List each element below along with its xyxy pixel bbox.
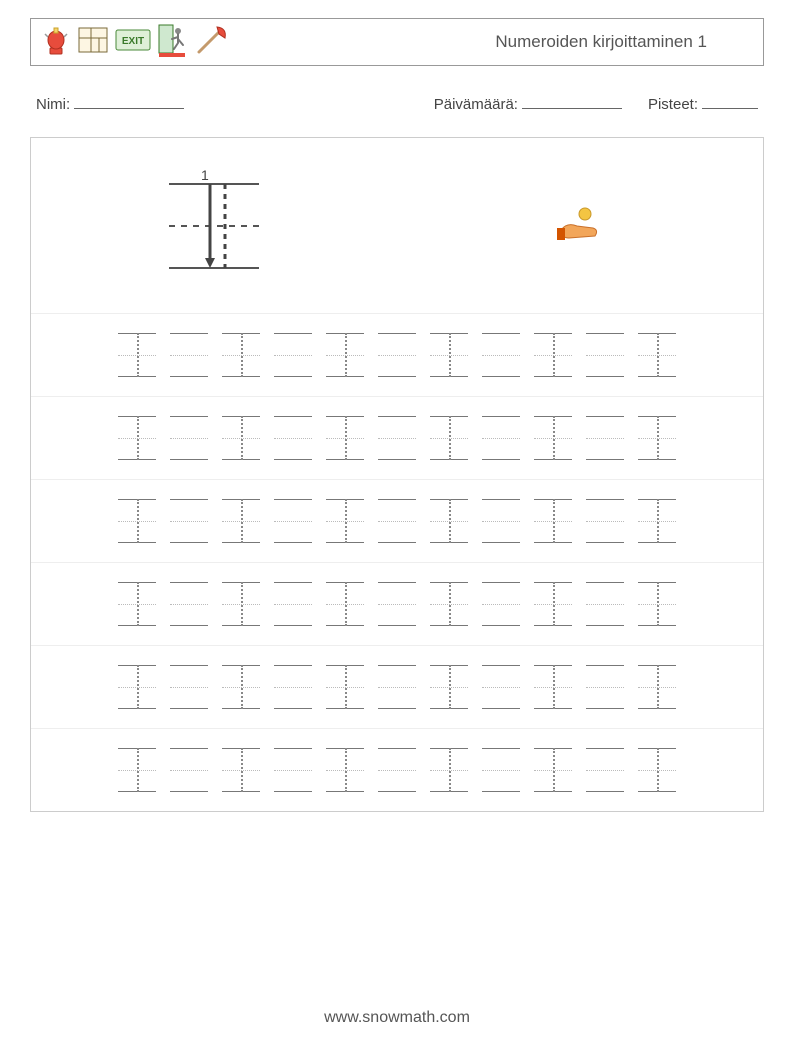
- trace-cell[interactable]: [638, 748, 676, 792]
- blank-cell[interactable]: [170, 416, 208, 460]
- trace-cell[interactable]: [430, 582, 468, 626]
- blank-cell[interactable]: [378, 582, 416, 626]
- floorplan-icon: [77, 24, 109, 61]
- trace-cell[interactable]: [534, 416, 572, 460]
- practice-area: 1: [30, 137, 764, 812]
- numeral-demo: 1: [114, 166, 314, 286]
- practice-row: [31, 729, 763, 811]
- blank-cell[interactable]: [170, 665, 208, 709]
- count-illustration: [480, 206, 680, 246]
- demo-row: 1: [31, 138, 763, 314]
- blank-cell[interactable]: [274, 416, 312, 460]
- blank-cell[interactable]: [170, 499, 208, 543]
- trace-cell[interactable]: [222, 333, 260, 377]
- trace-cell[interactable]: [118, 333, 156, 377]
- trace-cell[interactable]: [638, 582, 676, 626]
- name-blank[interactable]: [74, 94, 184, 109]
- score-label: Pisteet:: [648, 96, 698, 113]
- blank-cell[interactable]: [378, 748, 416, 792]
- trace-cell[interactable]: [638, 333, 676, 377]
- trace-cell[interactable]: [638, 499, 676, 543]
- trace-cell[interactable]: [326, 748, 364, 792]
- trace-cell[interactable]: [326, 499, 364, 543]
- worksheet-page: EXIT Numeroiden kirjoittaminen 1: [0, 0, 794, 1053]
- practice-row: [31, 646, 763, 729]
- practice-row: [31, 314, 763, 397]
- blank-cell[interactable]: [378, 665, 416, 709]
- blank-cell[interactable]: [586, 499, 624, 543]
- svg-text:EXIT: EXIT: [122, 36, 144, 47]
- blank-cell[interactable]: [482, 416, 520, 460]
- trace-cell[interactable]: [118, 499, 156, 543]
- blank-cell[interactable]: [170, 748, 208, 792]
- trace-cell[interactable]: [430, 499, 468, 543]
- header-icon-row: EXIT: [41, 23, 229, 62]
- trace-cell[interactable]: [534, 665, 572, 709]
- exit-sign-icon: EXIT: [115, 26, 151, 59]
- blank-cell[interactable]: [170, 582, 208, 626]
- trace-cell[interactable]: [222, 748, 260, 792]
- practice-row: [31, 563, 763, 646]
- trace-cell[interactable]: [534, 499, 572, 543]
- blank-cell[interactable]: [586, 582, 624, 626]
- blank-cell[interactable]: [378, 416, 416, 460]
- trace-cell[interactable]: [326, 416, 364, 460]
- emergency-exit-icon: [157, 23, 187, 62]
- numeral-label: 1: [201, 167, 209, 183]
- trace-cell[interactable]: [118, 582, 156, 626]
- date-label: Päivämäärä:: [434, 96, 518, 113]
- blank-cell[interactable]: [586, 333, 624, 377]
- trace-cell[interactable]: [638, 416, 676, 460]
- fire-axe-icon: [193, 24, 229, 61]
- blank-cell[interactable]: [170, 333, 208, 377]
- trace-cell[interactable]: [534, 333, 572, 377]
- blank-cell[interactable]: [586, 748, 624, 792]
- blank-cell[interactable]: [274, 665, 312, 709]
- name-label: Nimi:: [36, 96, 70, 113]
- trace-cell[interactable]: [326, 582, 364, 626]
- blank-cell[interactable]: [586, 665, 624, 709]
- blank-cell[interactable]: [482, 499, 520, 543]
- blank-cell[interactable]: [482, 748, 520, 792]
- alarm-icon: [41, 24, 71, 61]
- blank-cell[interactable]: [274, 333, 312, 377]
- trace-cell[interactable]: [118, 416, 156, 460]
- trace-cell[interactable]: [326, 665, 364, 709]
- blank-cell[interactable]: [378, 499, 416, 543]
- footer-url: www.snowmath.com: [0, 1009, 794, 1027]
- trace-cell[interactable]: [534, 748, 572, 792]
- name-field-group: Nimi:: [36, 94, 184, 113]
- trace-cell[interactable]: [118, 748, 156, 792]
- date-blank[interactable]: [522, 94, 622, 109]
- trace-cell[interactable]: [326, 333, 364, 377]
- score-blank[interactable]: [702, 94, 758, 109]
- info-row: Nimi: Päivämäärä: Pisteet:: [36, 94, 758, 113]
- header-box: EXIT Numeroiden kirjoittaminen 1: [30, 18, 764, 66]
- trace-cell[interactable]: [638, 665, 676, 709]
- trace-cell[interactable]: [118, 665, 156, 709]
- trace-cell[interactable]: [430, 665, 468, 709]
- blank-cell[interactable]: [274, 748, 312, 792]
- blank-cell[interactable]: [274, 582, 312, 626]
- blank-cell[interactable]: [482, 665, 520, 709]
- trace-cell[interactable]: [430, 416, 468, 460]
- practice-row: [31, 480, 763, 563]
- blank-cell[interactable]: [586, 416, 624, 460]
- trace-cell[interactable]: [222, 665, 260, 709]
- trace-cell[interactable]: [222, 582, 260, 626]
- trace-cell[interactable]: [430, 333, 468, 377]
- practice-row: [31, 397, 763, 480]
- trace-cell[interactable]: [222, 499, 260, 543]
- blank-cell[interactable]: [378, 333, 416, 377]
- worksheet-title: Numeroiden kirjoittaminen 1: [495, 32, 747, 52]
- blank-cell[interactable]: [482, 582, 520, 626]
- trace-cell[interactable]: [534, 582, 572, 626]
- coin-hand-icon: [555, 206, 605, 246]
- blank-cell[interactable]: [482, 333, 520, 377]
- blank-cell[interactable]: [274, 499, 312, 543]
- trace-cell[interactable]: [430, 748, 468, 792]
- trace-cell[interactable]: [222, 416, 260, 460]
